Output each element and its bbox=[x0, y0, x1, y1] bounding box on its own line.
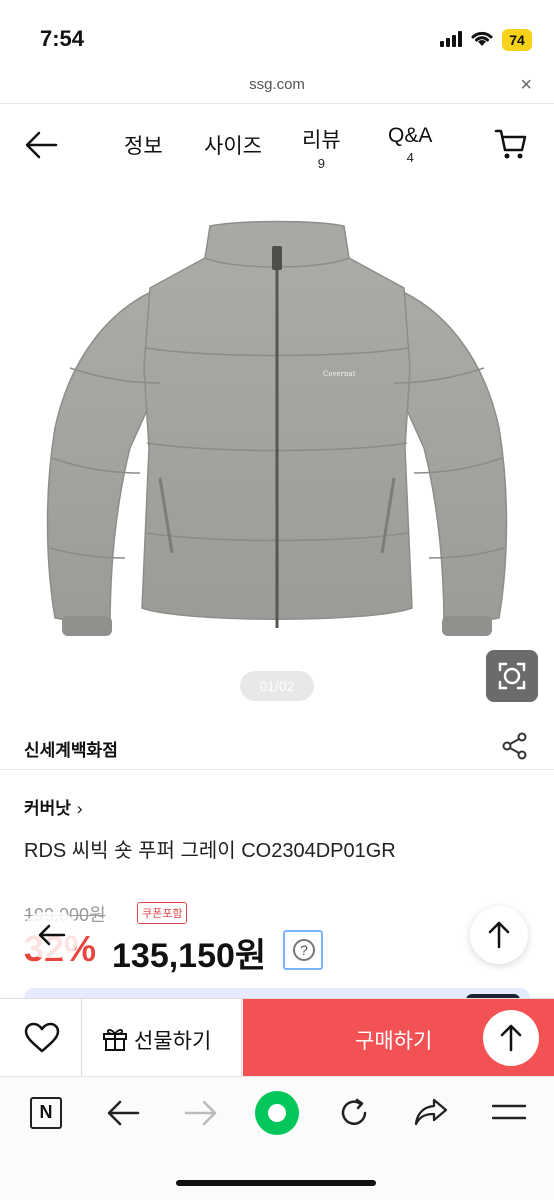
brand-name: 커버낫 bbox=[24, 799, 71, 818]
tab-review[interactable]: 리뷰 9 bbox=[302, 124, 341, 171]
status-time: 7:54 bbox=[40, 26, 85, 51]
gift-button[interactable]: 선물하기 bbox=[82, 999, 242, 1077]
tab-qna[interactable]: Q&A 4 bbox=[388, 124, 432, 165]
scroll-top-button[interactable] bbox=[470, 906, 528, 964]
coupon-badge: 쿠폰포함 bbox=[137, 902, 188, 924]
store-row: 신세계백화점 bbox=[0, 718, 554, 770]
arrow-up-icon bbox=[500, 1024, 522, 1052]
gift-icon bbox=[103, 1029, 127, 1051]
green-home-icon[interactable] bbox=[255, 1091, 299, 1135]
tab-size[interactable]: 사이즈 bbox=[204, 130, 262, 160]
wifi-icon bbox=[471, 31, 493, 46]
price-help-button[interactable]: ? bbox=[283, 930, 323, 970]
purchase-bar: 선물하기 구매하기 bbox=[0, 998, 554, 1077]
browser-url-bar[interactable]: ssg.com × bbox=[0, 72, 554, 104]
scroll-top-button-2[interactable] bbox=[483, 1010, 539, 1066]
share-icon[interactable] bbox=[502, 732, 528, 760]
tab-info[interactable]: 정보 bbox=[124, 130, 163, 160]
tab-qna-label: Q&A bbox=[388, 124, 433, 147]
jacket-brand-mark: Covernat bbox=[323, 370, 356, 378]
status-bar: 7:54 74 bbox=[0, 0, 554, 72]
lens-icon bbox=[498, 662, 526, 690]
close-icon[interactable]: × bbox=[520, 74, 532, 97]
tab-review-count: 9 bbox=[317, 156, 325, 171]
question-icon: ? bbox=[293, 939, 315, 961]
gift-label: 선물하기 bbox=[134, 1030, 212, 1053]
wishlist-button[interactable] bbox=[0, 999, 82, 1077]
buy-button[interactable]: 구매하기 bbox=[243, 999, 554, 1077]
image-pager: 01/02 bbox=[240, 671, 314, 701]
buy-label: 구매하기 bbox=[355, 1030, 433, 1053]
sale-price: 135,150원 bbox=[112, 937, 267, 975]
chevron-right-icon: › bbox=[76, 799, 83, 818]
puffer-jacket-image: Covernat bbox=[46, 220, 508, 636]
back-arrow-icon bbox=[38, 924, 66, 946]
arrow-up-icon bbox=[488, 921, 510, 949]
share-arrow-icon[interactable] bbox=[414, 1097, 448, 1127]
cart-icon[interactable] bbox=[494, 128, 528, 160]
brand-link[interactable]: 커버낫 › bbox=[24, 794, 83, 819]
heart-icon bbox=[24, 1022, 60, 1053]
product-header-nav: 정보 사이즈 리뷰 9 Q&A 4 bbox=[0, 104, 554, 188]
signal-icon bbox=[440, 31, 462, 47]
floating-back-button[interactable] bbox=[22, 912, 80, 958]
tab-size-label: 사이즈 bbox=[204, 135, 262, 158]
back-arrow-icon[interactable] bbox=[106, 1099, 140, 1127]
lens-search-button[interactable] bbox=[486, 650, 538, 702]
naver-n-icon[interactable]: N bbox=[30, 1097, 62, 1129]
home-indicator bbox=[176, 1180, 376, 1186]
product-name: RDS 씨빅 숏 푸퍼 그레이 CO2304DP01GR bbox=[24, 840, 396, 862]
menu-icon[interactable] bbox=[492, 1103, 526, 1121]
reload-icon[interactable] bbox=[338, 1097, 370, 1129]
product-image-gallery[interactable]: Covernat bbox=[0, 188, 554, 718]
tab-qna-count: 4 bbox=[406, 150, 414, 165]
store-name[interactable]: 신세계백화점 bbox=[24, 736, 118, 761]
forward-arrow-icon[interactable] bbox=[184, 1099, 218, 1127]
tab-info-label: 정보 bbox=[124, 135, 163, 158]
back-arrow-icon[interactable] bbox=[24, 130, 58, 160]
tab-review-label: 리뷰 bbox=[302, 129, 341, 152]
url-text[interactable]: ssg.com bbox=[0, 76, 554, 93]
battery-indicator: 74 bbox=[502, 29, 532, 51]
